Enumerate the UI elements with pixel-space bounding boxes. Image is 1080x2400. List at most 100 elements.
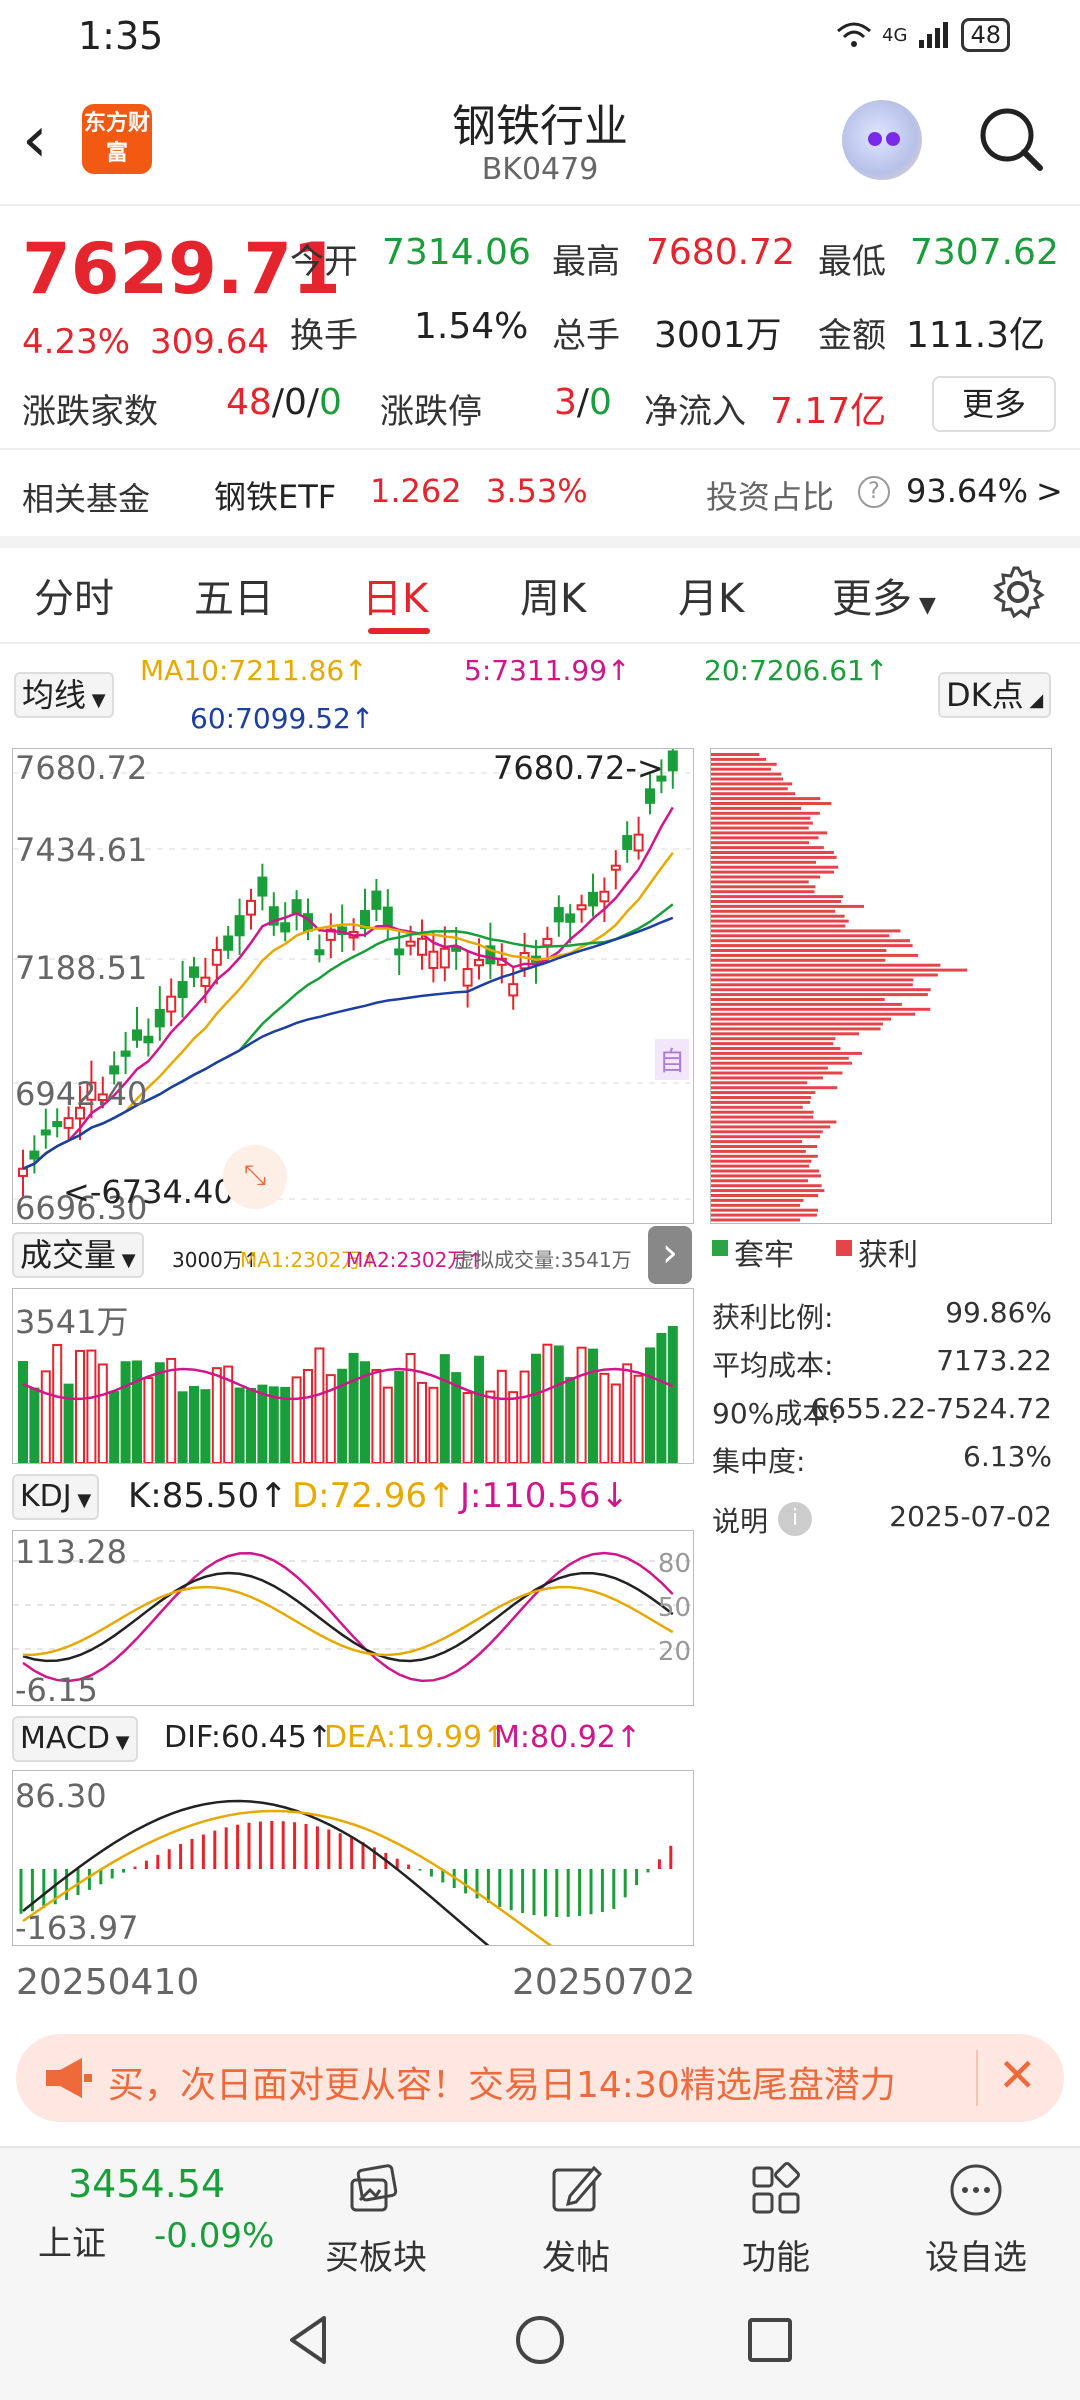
search-icon[interactable] xyxy=(976,104,1046,174)
more-dots-icon xyxy=(950,2164,1002,2216)
tab-intraday[interactable]: 分时 xyxy=(34,566,114,624)
cost-bar xyxy=(711,924,846,928)
volume-bar xyxy=(120,1361,131,1463)
close-icon[interactable]: ✕ xyxy=(998,2048,1037,2102)
nav-buy-sector[interactable]: 买板块 xyxy=(306,2160,446,2279)
assistant-robot-icon[interactable] xyxy=(842,100,922,180)
cost-bar xyxy=(711,1135,821,1139)
cost-bar xyxy=(711,787,788,791)
volume-bar xyxy=(599,1372,610,1463)
kdj-selector[interactable]: KDJ ▼ xyxy=(12,1474,100,1520)
candle-body xyxy=(474,958,484,967)
ma-selector[interactable]: 均线 ▼ xyxy=(14,672,114,718)
volume-bar xyxy=(291,1376,302,1463)
cost-bar xyxy=(711,988,931,992)
fund-name[interactable]: 钢铁ETF xyxy=(214,472,336,518)
more-button[interactable]: 更多 xyxy=(932,376,1056,432)
nav-home-icon[interactable] xyxy=(510,2310,570,2370)
candle-body xyxy=(120,1050,131,1057)
caret-down-icon: ▼ xyxy=(109,1732,130,1753)
expand-icon[interactable]: ⤡ xyxy=(223,1145,287,1209)
megaphone-icon xyxy=(46,2058,92,2098)
info-icon[interactable]: i xyxy=(778,1502,812,1536)
quote-panel: 7629.71 4.23% 309.64 今开 7314.06 最高 7680.… xyxy=(0,210,1080,540)
cost-bar xyxy=(711,1174,821,1178)
cost-bar xyxy=(711,953,919,957)
tab-monthly-k[interactable]: 月K xyxy=(678,566,744,624)
tab-more[interactable]: 更多 ▼ xyxy=(832,566,936,624)
cost-bar xyxy=(711,1194,819,1197)
macd-m: M:80.92↑ xyxy=(494,1720,642,1755)
tab-five-day[interactable]: 五日 xyxy=(194,566,274,624)
nav-recents-icon[interactable] xyxy=(740,2310,800,2370)
trapped-legend: 套牢 xyxy=(734,1238,794,1273)
cost-bar xyxy=(711,1198,804,1202)
volume-bar xyxy=(246,1387,256,1463)
index-pct: -0.09% xyxy=(154,2216,275,2256)
cost-bar xyxy=(711,1218,801,1222)
candle-body xyxy=(189,966,199,978)
cost-bar xyxy=(711,1203,801,1207)
kline-chart[interactable]: 7680.72 7434.61 7188.51 6942.40 6696.30 … xyxy=(12,748,694,1227)
cost-bar xyxy=(711,1125,831,1129)
caret-down-icon: ▼ xyxy=(86,690,106,711)
index-ticker[interactable]: 3454.54 上证 -0.09% xyxy=(22,2162,292,2272)
cost-bar xyxy=(711,909,836,913)
cost-bar xyxy=(711,1164,809,1168)
cost-bar xyxy=(711,777,783,781)
candle-body xyxy=(439,947,450,969)
nav-functions[interactable]: 功能 xyxy=(706,2160,846,2279)
cost-bar xyxy=(711,944,913,948)
candle-body xyxy=(291,899,302,915)
tab-weekly-k[interactable]: 周K xyxy=(520,566,586,624)
cost-bar xyxy=(711,792,796,796)
cost-bar xyxy=(711,885,816,889)
candle-body xyxy=(371,890,382,910)
volume-bar xyxy=(314,1347,325,1463)
ma-line xyxy=(22,903,674,1170)
volume-bar xyxy=(211,1367,222,1463)
cost-bar xyxy=(711,1179,808,1183)
fund-pct: 3.53% xyxy=(486,472,588,510)
volume-bar xyxy=(439,1354,450,1463)
turnover-value: 1.54% xyxy=(414,306,529,347)
nav-post[interactable]: 发帖 xyxy=(506,2160,646,2279)
note-label[interactable]: 说明 xyxy=(712,1500,768,1540)
dk-point-button[interactable]: DK点 ◢ xyxy=(938,672,1052,718)
nav-add-watchlist[interactable]: 设自选 xyxy=(906,2160,1046,2279)
kdj-level-80: 80 xyxy=(657,1549,691,1579)
candle-body xyxy=(417,937,427,956)
nav-back-icon[interactable] xyxy=(280,2310,340,2370)
macd-axis-bottom: -163.97 xyxy=(15,1909,139,1947)
tab-daily-k[interactable]: 日K xyxy=(362,566,428,624)
concentration-label: 集中度: xyxy=(712,1445,806,1478)
high-value: 7680.72 xyxy=(646,232,795,273)
chevron-right-icon[interactable]: › xyxy=(648,1226,692,1284)
cost-distribution-chart xyxy=(710,748,1052,1224)
trade-icon xyxy=(350,2164,398,2212)
cost-bar xyxy=(711,1032,859,1036)
chevron-right-icon[interactable]: > xyxy=(1036,472,1063,510)
promo-banner[interactable]: 买，次日面对更从容！交易日14:30精选尾盘潜力 ✕ xyxy=(16,2034,1064,2122)
macd-selector[interactable]: MACD ▼ xyxy=(12,1716,138,1762)
breadth-values: 48/0/0 xyxy=(226,382,342,423)
cost-bar xyxy=(711,1027,881,1031)
volume-bar xyxy=(177,1391,188,1463)
volume-bar xyxy=(268,1386,279,1463)
trapped-legend-swatch xyxy=(712,1240,728,1256)
wifi-icon xyxy=(837,22,872,47)
candle-body xyxy=(154,1008,165,1028)
settings-gear-icon[interactable] xyxy=(990,564,1046,620)
cost-bar xyxy=(711,1091,816,1095)
bottom-bar: 3454.54 上证 -0.09% 买板块 发帖 功能 设自选 xyxy=(0,2146,1080,2280)
price-axis-4: 6942.40 xyxy=(15,1075,148,1113)
cost-bar xyxy=(711,939,910,943)
cost-bar xyxy=(711,968,968,972)
cost-bar xyxy=(711,929,901,933)
help-icon[interactable]: ? xyxy=(858,476,890,508)
high-label: 最高 xyxy=(552,242,620,282)
cost-bar xyxy=(711,1115,814,1119)
volume-selector[interactable]: 成交量 ▼ xyxy=(12,1232,144,1278)
candle-body xyxy=(143,1035,154,1044)
candle-body xyxy=(314,949,325,956)
